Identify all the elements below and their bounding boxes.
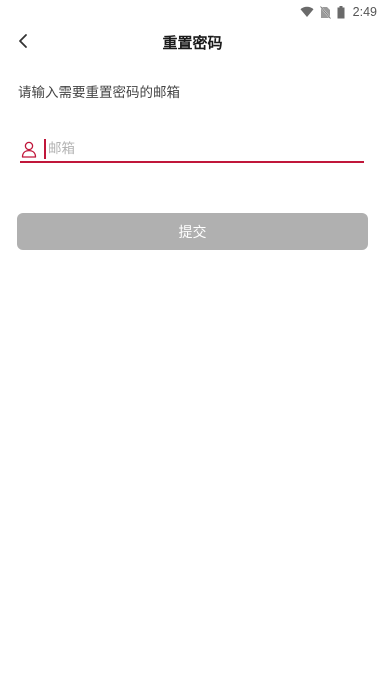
page-title: 重置密码 — [162, 34, 223, 52]
wifi-icon — [300, 6, 314, 18]
battery-icon — [337, 5, 345, 19]
user-icon — [20, 140, 38, 158]
instruction-text: 请输入需要重置密码的邮箱 — [18, 85, 180, 101]
status-time: 2:49 — [352, 5, 377, 19]
no-sim-icon — [319, 5, 331, 19]
app-header: 重置密码 — [0, 24, 385, 62]
email-input[interactable] — [44, 139, 348, 159]
email-field[interactable] — [20, 137, 364, 163]
submit-button[interactable]: 提交 — [17, 213, 368, 250]
status-bar: 2:49 — [0, 0, 385, 24]
